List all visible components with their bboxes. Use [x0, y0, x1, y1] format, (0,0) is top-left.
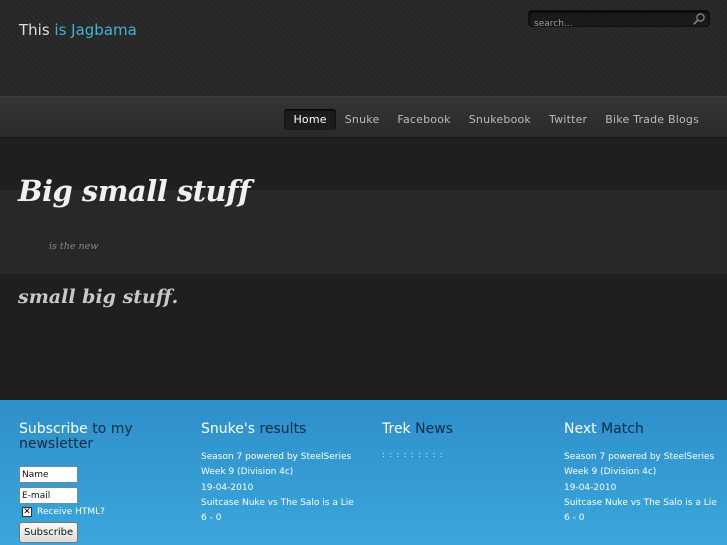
nav-item-snuke[interactable]: Snuke [336, 109, 389, 130]
result-line: Suitcase Nuke vs The Salo is a Lie [201, 497, 354, 508]
search-box [528, 10, 710, 32]
match-line: 19-04-2010 [564, 482, 617, 493]
match-line: Season 7 powered by SteelSeries [564, 452, 715, 462]
next-match-heading-light: Next [564, 421, 597, 437]
results-list: Season 7 powered by SteelSeries Week 9 (… [201, 450, 371, 526]
match-line: 6 - 0 [564, 513, 585, 524]
news-column: Trek News : : : : : : : : : [382, 422, 552, 460]
receive-html-label: Receive HTML? [37, 507, 105, 517]
results-column: Snuke's results Season 7 powered by Stee… [201, 422, 371, 526]
result-line: Week 9 (Division 4c) [201, 467, 294, 478]
results-heading: Snuke's results [201, 422, 371, 437]
results-heading-light: Snuke's [201, 421, 255, 437]
hero-subheadline: small big stuff. [18, 286, 179, 308]
next-match-heading: Next Match [564, 422, 727, 437]
subscribe-heading-light: Subscribe [19, 421, 88, 437]
site-title[interactable]: This is Jagbama [19, 21, 137, 39]
site-title-accent: is Jagbama [54, 21, 137, 39]
main-nav: Home Snuke Facebook Snukebook Twitter Bi… [284, 109, 708, 130]
results-heading-dark: results [255, 421, 307, 437]
nav-item-bike-trade-blogs[interactable]: Bike Trade Blogs [596, 109, 708, 130]
match-line: Suitcase Nuke vs The Salo is a Lie [564, 497, 717, 508]
name-field[interactable] [19, 466, 78, 483]
hero-section: Big small stuff is the new small big stu… [0, 138, 727, 400]
site-header: This is Jagbama [0, 0, 727, 96]
next-match-column: Next Match Season 7 powered by SteelSeri… [564, 422, 727, 526]
search-input[interactable] [529, 16, 689, 32]
receive-html-checkbox[interactable]: ✕ [22, 507, 32, 517]
subscribe-button[interactable]: Subscribe [19, 522, 79, 543]
result-line: Season 7 powered by SteelSeries [201, 452, 352, 462]
html-checkbox-row: ✕ Receive HTML? [19, 507, 105, 517]
main-navbar: Home Snuke Facebook Snukebook Twitter Bi… [0, 96, 727, 138]
news-heading-light: Trek [382, 421, 411, 437]
hero-headline: Big small stuff [18, 174, 251, 208]
nav-item-snukebook[interactable]: Snukebook [460, 109, 540, 130]
footer: Subscribe to my newsletter ✕ Receive HTM… [0, 400, 727, 545]
result-line: 6 - 0 [201, 513, 222, 524]
next-match-heading-dark: Match [596, 421, 644, 437]
site-title-prefix: This [19, 21, 55, 39]
news-heading-dark: News [410, 421, 453, 437]
hero-connector: is the new [49, 241, 99, 252]
nav-item-home[interactable]: Home [284, 109, 336, 130]
result-line: 19-04-2010 [201, 482, 254, 493]
nav-item-twitter[interactable]: Twitter [540, 109, 596, 130]
newsletter-form: ✕ Receive HTML? Subscribe [19, 466, 105, 543]
news-list[interactable]: : : : : : : : : : [382, 450, 552, 459]
match-line: Week 9 (Division 4c) [564, 467, 657, 478]
next-match-list: Season 7 powered by SteelSeries Week 9 (… [564, 450, 727, 526]
subscribe-column: Subscribe to my newsletter ✕ Receive HTM… [19, 422, 179, 543]
subscribe-heading: Subscribe to my newsletter [19, 422, 179, 452]
search-icon[interactable] [692, 12, 706, 26]
news-heading: Trek News [382, 422, 552, 437]
email-field[interactable] [19, 487, 78, 504]
nav-item-facebook[interactable]: Facebook [388, 109, 459, 130]
